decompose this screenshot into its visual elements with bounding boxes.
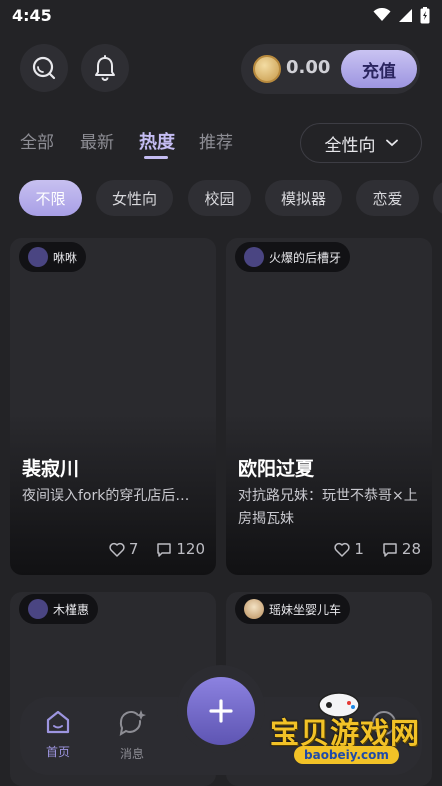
story-card[interactable]: 咻咻 裴寂川 夜间误入fork的穿孔店后… 7 120: [10, 238, 216, 575]
author-name: 木槿惠: [53, 602, 90, 617]
search-button[interactable]: [20, 44, 68, 92]
signal-icon: [399, 8, 412, 22]
chat-sparkle-icon: [119, 710, 146, 736]
chip-romance[interactable]: 恋爱: [356, 180, 419, 216]
card-title: 欧阳过夏: [238, 458, 315, 480]
plus-icon: [209, 699, 233, 723]
avatar: [28, 599, 48, 619]
wallet-pill: 0.00 充值: [241, 44, 420, 94]
system-icons: [373, 6, 430, 24]
tab-active-indicator: [144, 156, 168, 159]
comment-icon: [157, 542, 172, 557]
heart-icon: [109, 542, 125, 557]
avatar: [244, 247, 264, 267]
status-time: 4:45: [12, 5, 52, 25]
author-name: 咻咻: [53, 250, 78, 265]
card-description: 对抗路兄妹：玩世不恭哥×上房揭瓦妹: [238, 488, 418, 527]
status-bar: 4:45: [0, 0, 442, 30]
notification-button[interactable]: [81, 44, 129, 92]
create-button[interactable]: [187, 677, 255, 745]
tab-latest[interactable]: 最新: [80, 128, 114, 153]
like-count[interactable]: 1: [334, 540, 364, 558]
gender-filter-dropdown[interactable]: 全性向: [300, 123, 422, 163]
author-pill[interactable]: 火爆的后槽牙: [235, 242, 351, 272]
story-card[interactable]: 火爆的后槽牙 欧阳过夏 对抗路兄妹：玩世不恭哥×上房揭瓦妹 1 28: [226, 238, 432, 575]
comment-count-value: 28: [401, 540, 421, 558]
author-pill[interactable]: 瑶妹坐婴儿车: [235, 594, 351, 624]
gender-filter-value: 全性向: [324, 135, 376, 156]
card-title: 裴寂川: [22, 458, 80, 480]
author-pill[interactable]: 咻咻: [19, 242, 87, 272]
watermark: 宝贝游戏网 baobeiy.com: [262, 690, 438, 774]
card-stats: 7 120: [109, 540, 205, 558]
home-icon: [46, 710, 70, 734]
chip-simulator[interactable]: 模拟器: [265, 180, 342, 216]
author-name: 火爆的后槽牙: [269, 250, 342, 265]
chip-female-oriented[interactable]: 女性向: [96, 180, 173, 216]
bell-icon: [95, 55, 115, 81]
chip-more[interactable]: [433, 180, 442, 216]
nav-messages-label: 消息: [119, 747, 144, 761]
category-chips: 不限 女性向 校园 模拟器 恋爱: [19, 180, 442, 216]
avatar: [28, 247, 48, 267]
search-icon: [32, 56, 56, 80]
chip-unlimited[interactable]: 不限: [19, 180, 82, 216]
nav-home-label: 首页: [45, 745, 70, 759]
coin-balance: 0.00: [286, 57, 331, 78]
heart-icon: [334, 542, 350, 557]
avatar: [244, 599, 264, 619]
comment-count-value: 120: [176, 540, 205, 558]
chevron-down-icon: [385, 139, 398, 147]
wifi-icon: [373, 8, 391, 21]
tab-all[interactable]: 全部: [20, 128, 54, 153]
watermark-url: baobeiy.com: [294, 746, 399, 764]
coin-icon: [253, 55, 281, 83]
comment-count[interactable]: 120: [156, 540, 205, 558]
like-count-value: 1: [354, 540, 364, 558]
chip-campus[interactable]: 校园: [188, 180, 251, 216]
tab-hot[interactable]: 热度: [139, 128, 175, 154]
top-bar: 0.00 充值: [0, 44, 442, 96]
author-name: 瑶妹坐婴儿车: [269, 602, 342, 617]
nav-home[interactable]: 首页: [38, 709, 78, 760]
like-count-value: 7: [128, 540, 139, 558]
author-pill[interactable]: 木槿惠: [19, 594, 99, 624]
card-description: 夜间误入fork的穿孔店后…: [22, 488, 190, 504]
battery-icon: [420, 6, 430, 23]
comment-count[interactable]: 28: [382, 540, 421, 558]
recharge-button[interactable]: 充值: [341, 50, 417, 88]
card-stats: 1 28: [334, 540, 421, 558]
like-count[interactable]: 7: [109, 540, 139, 558]
tab-recommended[interactable]: 推荐: [199, 128, 233, 153]
comment-icon: [383, 542, 397, 557]
nav-messages[interactable]: 消息: [112, 709, 152, 762]
